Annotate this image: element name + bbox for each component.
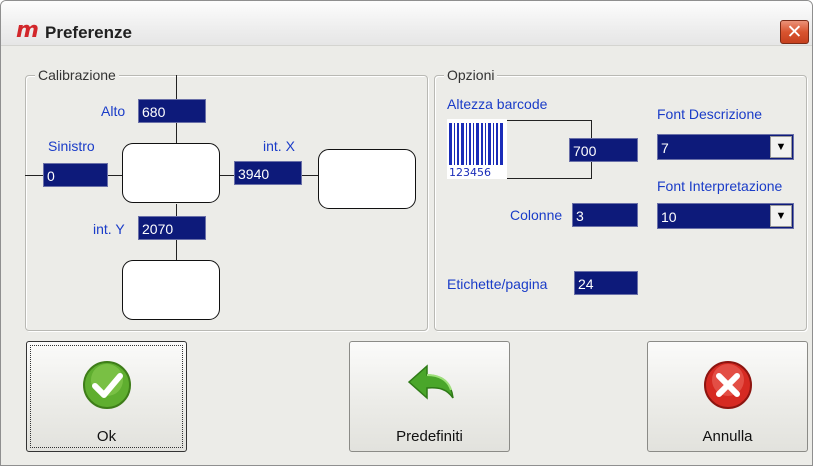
- check-icon: [82, 361, 131, 409]
- label-preview-box: [318, 149, 416, 209]
- font-descrizione-label: Font Descrizione: [657, 106, 763, 122]
- font-interpretazione-value: 10: [661, 209, 677, 225]
- opzioni-title: Opzioni: [444, 67, 498, 83]
- label-preview-box: [122, 143, 220, 203]
- etichette-pagina-input[interactable]: 24: [574, 271, 638, 295]
- int-y-input[interactable]: 2070: [138, 216, 206, 240]
- chevron-down-icon[interactable]: ▼: [770, 136, 792, 158]
- window-title: Preferenze: [45, 23, 132, 42]
- chevron-down-icon[interactable]: ▼: [770, 205, 792, 227]
- sinistro-input[interactable]: 0: [43, 163, 108, 187]
- font-interpretazione-select[interactable]: 10 ▼: [657, 203, 794, 229]
- cancel-icon: [703, 361, 752, 409]
- height-bracket-line: [507, 178, 592, 179]
- calibrazione-title: Calibrazione: [35, 67, 119, 83]
- colonne-input[interactable]: 3: [572, 203, 638, 227]
- font-descrizione-value: 7: [661, 140, 669, 156]
- font-interpretazione-label: Font Interpretazione: [657, 178, 783, 194]
- predefiniti-button-label: Predefiniti: [396, 428, 463, 445]
- alto-label: Alto: [101, 103, 126, 119]
- predefiniti-button[interactable]: Predefiniti: [349, 341, 510, 452]
- close-button[interactable]: ✕: [780, 20, 809, 44]
- annulla-button-label: Annulla: [702, 428, 753, 445]
- height-bracket-line: [507, 120, 592, 121]
- barcode-digits: 123456: [449, 166, 491, 179]
- altezza-barcode-input[interactable]: 700: [569, 138, 638, 162]
- colonne-label: Colonne: [510, 207, 563, 223]
- barcode-icon: 123456: [447, 119, 507, 179]
- ok-button-label: Ok: [96, 428, 117, 445]
- int-x-input[interactable]: 3940: [234, 161, 302, 185]
- alto-input[interactable]: 680: [138, 99, 206, 123]
- height-bracket-line: [591, 120, 592, 139]
- font-descrizione-select[interactable]: 7 ▼: [657, 134, 794, 160]
- sinistro-label: Sinistro: [48, 138, 95, 154]
- close-icon: ✕: [786, 21, 803, 43]
- undo-arrow-icon: [407, 364, 454, 400]
- int-y-label: int. Y: [93, 221, 125, 237]
- int-x-label: int. X: [263, 138, 295, 154]
- label-preview-box: [122, 260, 220, 320]
- height-bracket-line: [591, 161, 592, 179]
- ok-button[interactable]: Ok: [26, 341, 187, 452]
- title-bar: m Preferenze ✕: [1, 1, 812, 46]
- annulla-button[interactable]: Annulla: [647, 341, 808, 452]
- app-logo-icon: m: [16, 18, 39, 43]
- preferences-dialog: m Preferenze ✕ Calibrazione Alto 680 Sin…: [0, 0, 813, 466]
- etichette-pagina-label: Etichette/pagina: [447, 276, 548, 292]
- altezza-barcode-label: Altezza barcode: [447, 96, 548, 112]
